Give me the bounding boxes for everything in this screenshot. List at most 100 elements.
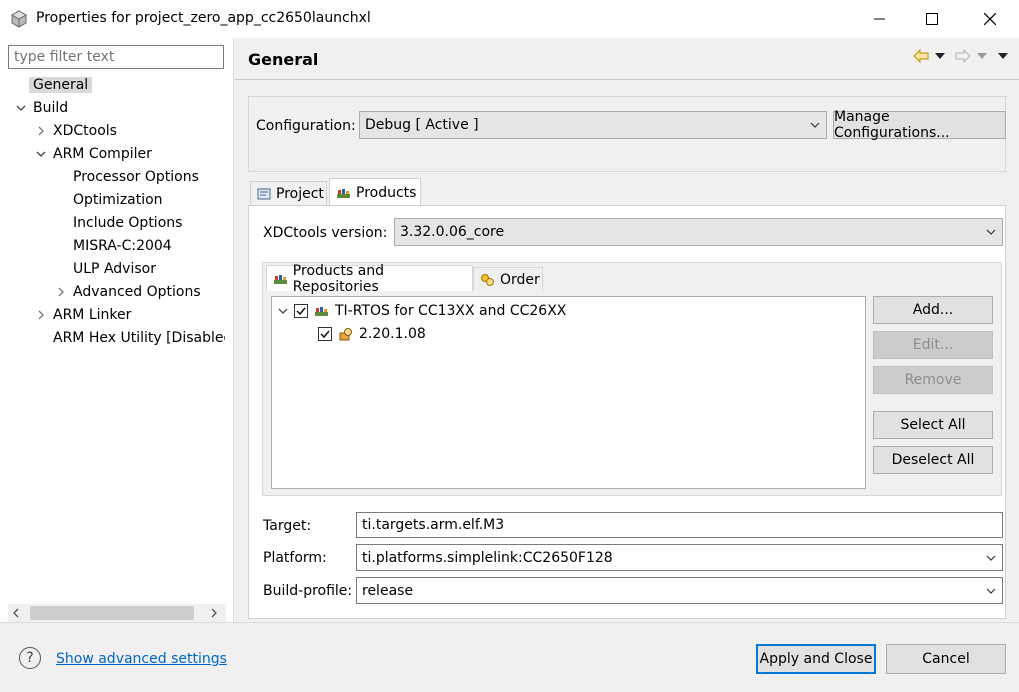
target-value: ti.targets.arm.elf.M3 <box>362 517 505 533</box>
target-input[interactable]: ti.targets.arm.elf.M3 <box>356 512 1003 538</box>
product-version-checkbox[interactable] <box>318 327 332 341</box>
configuration-select[interactable]: Debug [ Active ] <box>359 111 827 139</box>
maximize-button[interactable] <box>909 0 955 38</box>
tree-item-arm-hex-utility[interactable]: ARM Hex Utility [Disabled] <box>53 327 225 349</box>
help-icon[interactable]: ? <box>19 647 41 669</box>
tree-item-arm-linker[interactable]: ARM Linker <box>34 304 131 326</box>
horizontal-scrollbar[interactable] <box>8 604 226 622</box>
chevron-down-icon <box>986 229 996 235</box>
help-symbol: ? <box>26 650 34 666</box>
tree-item-general[interactable]: General <box>29 74 93 96</box>
platform-select[interactable]: ti.platforms.simplelink:CC2650F128 <box>356 544 1003 571</box>
tab-label: Products <box>356 184 417 201</box>
tree-item-label: General <box>29 77 93 93</box>
tree-item-label: Processor Options <box>73 169 199 185</box>
order-icon <box>481 273 494 286</box>
close-button[interactable] <box>967 0 1013 38</box>
chevron-down-icon[interactable] <box>34 143 48 165</box>
select-all-button[interactable]: Select All <box>873 411 993 439</box>
tree-item-label: ARM Hex Utility [Disabled] <box>53 330 225 346</box>
tree-item-advanced-options[interactable]: Advanced Options <box>54 281 201 303</box>
page-title: General <box>248 50 319 69</box>
product-checkbox[interactable] <box>294 304 308 318</box>
product-label: TI-RTOS for CC13XX and CC26XX <box>335 303 567 319</box>
tree-item-optimization[interactable]: Optimization <box>73 189 163 211</box>
manage-configurations-button[interactable]: Manage Configurations... <box>833 109 1006 141</box>
chevron-down-icon <box>986 588 996 594</box>
tree-item-label: Optimization <box>73 192 163 208</box>
tree-item-misra[interactable]: MISRA-C:2004 <box>73 235 172 257</box>
remove-button[interactable]: Remove <box>873 366 993 394</box>
chevron-down-icon[interactable] <box>14 97 28 119</box>
minimize-button[interactable] <box>857 0 903 38</box>
window-title: Properties for project_zero_app_cc2650la… <box>36 10 371 26</box>
chevron-right-icon[interactable] <box>209 608 219 618</box>
back-menu-dropdown-icon[interactable] <box>935 53 945 59</box>
tree-item-include-options[interactable]: Include Options <box>73 212 182 234</box>
product-version-label: 2.20.1.08 <box>359 326 426 342</box>
build-profile-value: release <box>362 582 414 599</box>
tab-project[interactable]: Project <box>250 181 327 205</box>
maximize-icon <box>926 13 938 25</box>
edit-button[interactable]: Edit... <box>873 331 993 359</box>
chevron-down-icon <box>986 555 996 561</box>
tree-item-label: XDCtools <box>53 123 117 139</box>
view-menu-icon[interactable] <box>998 53 1008 59</box>
xdctools-version-select[interactable]: 3.32.0.06_core <box>394 218 1003 246</box>
page-header: General <box>235 38 1019 80</box>
products-tab-content: XDCtools version: 3.32.0.06_core Product… <box>248 205 1006 619</box>
forward-arrow-icon[interactable] <box>955 49 971 63</box>
products-group: Products and Repositories Order TI-RTOS … <box>262 262 1002 496</box>
tree-item-label: ULP Advisor <box>73 261 156 277</box>
filter-input[interactable] <box>8 45 224 69</box>
dialog-footer: ? Show advanced settings Apply and Close… <box>0 622 1019 692</box>
tab-products-and-repositories[interactable]: Products and Repositories <box>266 263 473 295</box>
tab-order[interactable]: Order <box>473 267 543 291</box>
apply-and-close-button[interactable]: Apply and Close <box>756 644 876 674</box>
tree-item-build[interactable]: Build <box>14 97 68 119</box>
checkmark-icon <box>296 307 306 316</box>
tree-item-arm-compiler[interactable]: ARM Compiler <box>34 143 152 165</box>
tab-label: Order <box>500 271 540 288</box>
tab-products[interactable]: Products <box>329 178 421 206</box>
xdctools-version-label: XDCtools version: <box>263 225 388 241</box>
chevron-down-icon[interactable] <box>278 306 288 316</box>
tree-item-ulp-advisor[interactable]: ULP Advisor <box>73 258 156 280</box>
properties-page: General Configuration: Debug [ Active ] … <box>235 38 1019 622</box>
app-icon <box>10 10 28 28</box>
tab-label: Project <box>276 185 324 202</box>
platform-label: Platform: <box>263 550 327 566</box>
chevron-right-icon[interactable] <box>54 281 68 303</box>
tree-item-label: Include Options <box>73 215 183 231</box>
add-button[interactable]: Add... <box>873 296 993 324</box>
products-icon <box>274 274 287 284</box>
xdctools-version-value: 3.32.0.06_core <box>400 224 505 240</box>
project-icon <box>257 188 271 199</box>
product-version-item[interactable]: 2.20.1.08 <box>318 323 426 345</box>
configuration-group: Configuration: Debug [ Active ] Manage C… <box>248 96 1006 172</box>
chevron-down-icon <box>810 122 820 128</box>
tree-item-xdctools[interactable]: XDCtools <box>34 120 117 142</box>
chevron-right-icon[interactable] <box>34 304 48 326</box>
scrollbar-thumb[interactable] <box>30 606 194 620</box>
tree-item-label: Advanced Options <box>73 284 201 300</box>
back-arrow-icon[interactable] <box>913 49 929 63</box>
products-tree[interactable]: TI-RTOS for CC13XX and CC26XX 2.20.1.08 <box>271 296 866 489</box>
tree-item-label: ARM Linker <box>53 307 132 323</box>
build-profile-label: Build-profile: <box>263 583 353 599</box>
chevron-left-icon[interactable] <box>11 608 21 618</box>
navigation-pane: General Build XDCtools ARM Compiler Proc… <box>0 38 234 622</box>
build-profile-select[interactable]: release <box>356 577 1003 604</box>
configuration-label: Configuration: <box>256 118 356 134</box>
product-item[interactable]: TI-RTOS for CC13XX and CC26XX <box>278 300 566 322</box>
close-icon <box>984 13 996 25</box>
forward-menu-dropdown-icon[interactable] <box>977 53 987 59</box>
cancel-button[interactable]: Cancel <box>886 644 1006 674</box>
title-bar: Properties for project_zero_app_cc2650la… <box>0 0 1019 38</box>
deselect-all-button[interactable]: Deselect All <box>873 446 993 474</box>
chevron-right-icon[interactable] <box>34 120 48 142</box>
tree-item-label: MISRA-C:2004 <box>73 238 172 254</box>
show-advanced-settings-link[interactable]: Show advanced settings <box>56 651 227 667</box>
tree-item-processor-options[interactable]: Processor Options <box>73 166 199 188</box>
configuration-value: Debug [ Active ] <box>365 117 479 133</box>
